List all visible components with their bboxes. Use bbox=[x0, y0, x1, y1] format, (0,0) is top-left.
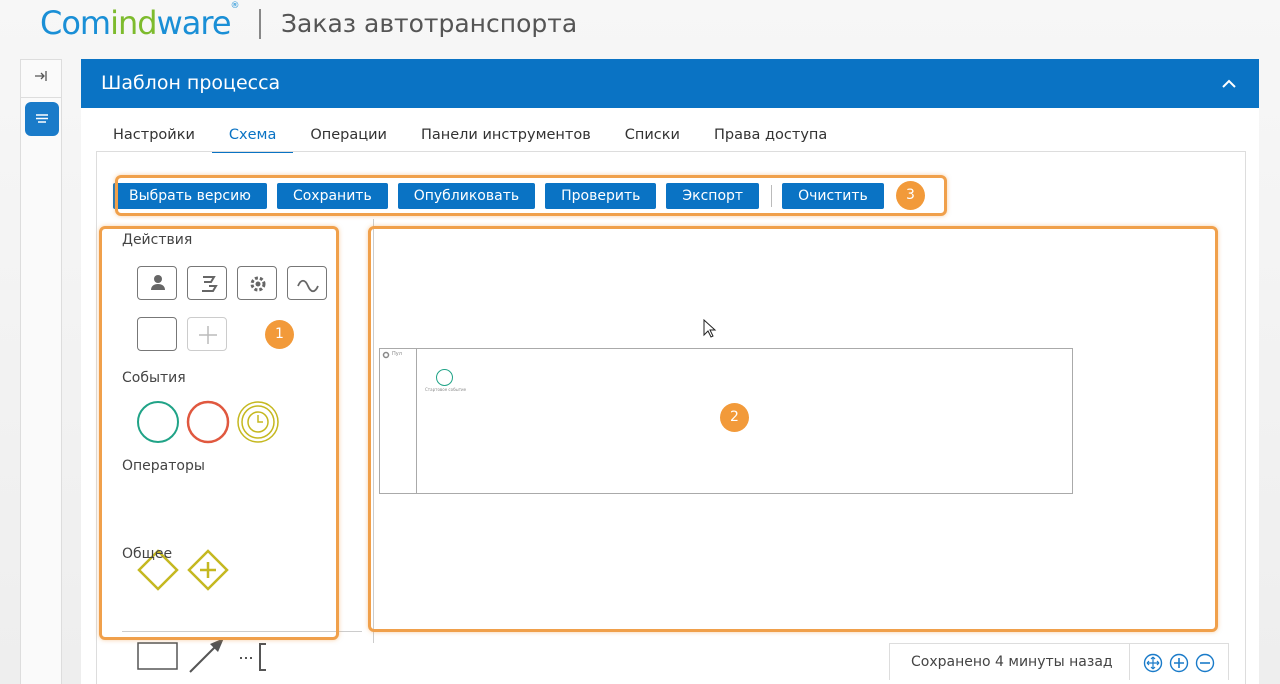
footer-divider bbox=[1129, 644, 1130, 680]
comindware-logo: Comindware® bbox=[40, 1, 240, 42]
menu-icon[interactable] bbox=[25, 102, 59, 136]
expand-sidebar-icon[interactable] bbox=[30, 68, 52, 90]
tab-lists[interactable]: Списки bbox=[608, 121, 697, 153]
canvas-highlight bbox=[368, 226, 1218, 632]
palette-highlight bbox=[99, 226, 339, 640]
zoom-in-icon[interactable] bbox=[1169, 653, 1189, 673]
fit-to-screen-icon[interactable] bbox=[1143, 653, 1163, 673]
sequence-flow-arrow-icon[interactable] bbox=[186, 636, 230, 676]
tab-operations[interactable]: Операции bbox=[293, 121, 404, 153]
annotation-bracket-icon[interactable] bbox=[236, 639, 280, 673]
app-title: Заказ автотранспорта bbox=[281, 9, 578, 38]
top-bar: Comindware® Заказ автотранспорта bbox=[0, 0, 1280, 52]
rail-divider bbox=[21, 97, 61, 98]
canvas-footer: Сохранено 4 минуты назад bbox=[889, 643, 1229, 680]
panel-header: Шаблон процесса bbox=[81, 59, 1259, 108]
footer-divider bbox=[889, 644, 890, 680]
panel-title: Шаблон процесса bbox=[101, 72, 281, 94]
mouse-cursor-icon bbox=[703, 319, 717, 338]
canvas-callout-badge: 2 bbox=[720, 403, 749, 432]
toolbar-highlight bbox=[115, 175, 947, 216]
tab-access-rights[interactable]: Права доступа bbox=[697, 121, 844, 153]
collapse-chevron-up-icon[interactable] bbox=[1219, 74, 1239, 94]
tab-scheme[interactable]: Схема bbox=[211, 121, 294, 153]
tab-settings[interactable]: Настройки bbox=[96, 121, 212, 153]
toolbar-callout-badge: 3 bbox=[896, 181, 925, 210]
left-rail bbox=[20, 59, 62, 684]
tab-bar: Настройки Схема Операции Панели инструме… bbox=[96, 121, 844, 153]
logo-divider bbox=[259, 9, 261, 39]
tab-toolbars[interactable]: Панели инструментов bbox=[404, 121, 608, 153]
palette-callout-badge: 1 bbox=[265, 320, 294, 349]
footer-divider bbox=[1228, 644, 1229, 680]
zoom-out-icon[interactable] bbox=[1195, 653, 1215, 673]
pool-rectangle-icon[interactable] bbox=[136, 639, 180, 673]
save-status: Сохранено 4 минуты назад bbox=[911, 654, 1113, 670]
